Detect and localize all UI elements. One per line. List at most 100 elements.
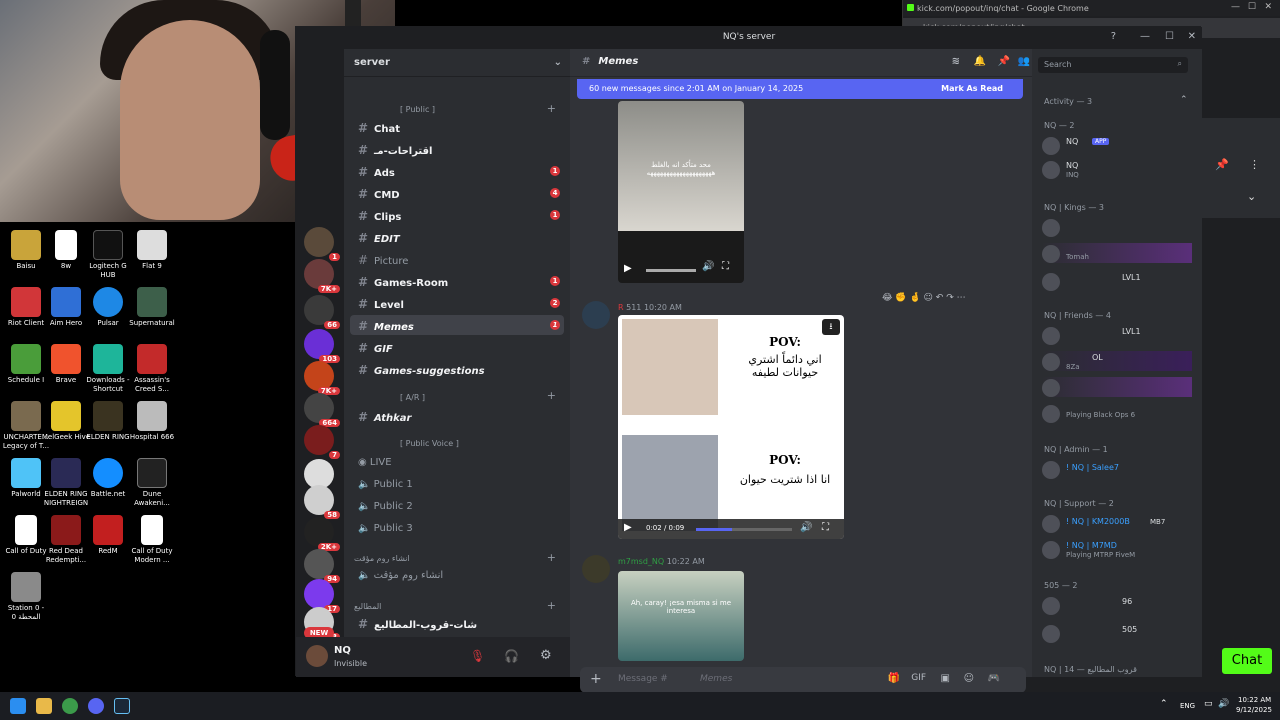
member-item[interactable]: ! NQ | M7MD Playing MTRP FiveM [1042, 539, 1192, 559]
avatar[interactable] [306, 645, 328, 667]
channel-gif[interactable]: # GIF [350, 337, 564, 357]
emoji-icon[interactable]: ☺ [964, 673, 974, 684]
clock-time[interactable]: 10:22 AM [1238, 696, 1271, 704]
forward-icon[interactable]: ↷ [946, 293, 954, 303]
desktop-icon[interactable]: Dune Awakeni... [126, 458, 178, 508]
avatar[interactable] [582, 555, 610, 583]
mute-icon[interactable]: 🎙 [470, 649, 485, 663]
desktop-icon[interactable]: Flat 9 [126, 230, 178, 271]
chevron-up-icon[interactable]: ⌃ [1160, 699, 1168, 709]
kick-chat-button[interactable]: Chat [1222, 648, 1272, 674]
volume-icon[interactable]: 🔊 [702, 261, 714, 272]
seek-bar[interactable] [646, 269, 696, 272]
channel-level[interactable]: # Level 2 [350, 293, 564, 313]
language-indicator[interactable]: ENG [1180, 702, 1195, 710]
channel-edit[interactable]: # EDIT [350, 227, 564, 247]
member-item[interactable]: NQ INQ [1042, 159, 1192, 179]
server-icon[interactable]: 2K+ [304, 517, 340, 551]
volume-icon[interactable]: 🔊 [1218, 699, 1229, 709]
file-explorer-icon[interactable] [36, 698, 52, 714]
sticker-icon[interactable]: ▣ [941, 673, 950, 684]
member-item[interactable]: ! NQ | KM2000B MB7 [1042, 513, 1192, 533]
category-public-voice[interactable]: [ Public Voice ] [400, 439, 459, 448]
maximize-icon[interactable]: ☐ [1248, 2, 1256, 12]
desktop-icon[interactable]: Hospital 666 [126, 401, 178, 442]
avatar[interactable] [582, 301, 610, 329]
fullscreen-icon[interactable]: ⛶ [822, 522, 829, 533]
chevron-down-icon[interactable]: ⌄ [1247, 190, 1256, 203]
server-icon[interactable]: 58 [304, 485, 340, 519]
threads-icon[interactable]: ≋ [952, 56, 960, 67]
category-create-room[interactable]: انشاء روم مؤقت [354, 554, 410, 563]
windows-start-icon[interactable] [10, 698, 26, 714]
server-icon[interactable]: 103 [304, 329, 340, 363]
more-icon[interactable]: ⋯ [957, 293, 966, 303]
mark-as-read-button[interactable]: Mark As Read [941, 84, 1003, 93]
video-attachment[interactable]: POV: اني دائماً اشتري حيوانات لطيفه POV:… [618, 315, 844, 539]
chrome-icon[interactable] [62, 698, 78, 714]
member-list-icon[interactable]: 👥 [1018, 56, 1030, 67]
member-item[interactable]: Playing Black Ops 6 [1042, 403, 1192, 423]
server-icon[interactable]: 7 [304, 425, 340, 459]
reaction-icon[interactable]: 😂 ✊ 🤞 [882, 293, 921, 303]
server-icon[interactable]: 66 [304, 295, 340, 329]
channel-athkar[interactable]: # Athkar [350, 406, 564, 426]
gif-icon[interactable]: GIF [911, 673, 926, 683]
apps-icon[interactable]: 🎮 [988, 673, 1000, 684]
member-item[interactable]: 96 [1042, 595, 1192, 615]
new-messages-banner[interactable]: 60 new messages since 2:01 AM on January… [577, 79, 1023, 99]
close-icon[interactable]: ✕ [1264, 2, 1272, 12]
channel-memes[interactable]: # Memes 1 [350, 315, 564, 335]
author-name[interactable]: m7msd_NQ [618, 557, 664, 566]
member-item[interactable]: LVL1 [1042, 325, 1192, 345]
desktop-icon[interactable]: Station 0 - المحطة 0 [0, 572, 52, 622]
volume-icon[interactable]: 🔊 [800, 522, 812, 533]
activity-header[interactable]: Activity — 3 [1044, 97, 1092, 106]
server-icon[interactable]: 7K+ [304, 259, 340, 293]
download-icon[interactable]: ⭳ [822, 319, 840, 335]
member-item[interactable] [1042, 377, 1192, 397]
voice-channel-public-3[interactable]: 🔈 Public 3 [358, 523, 413, 534]
chevron-down-icon[interactable]: ⌄ [554, 57, 562, 68]
server-icon[interactable]: 1 [304, 227, 340, 261]
channel-last[interactable]: # شات-قروب-المطاليع [350, 613, 564, 633]
clock-date[interactable]: 9/12/2025 [1236, 706, 1272, 714]
voice-channel-public-1[interactable]: 🔈 Public 1 [358, 479, 413, 490]
category-public[interactable]: [ Public ] [400, 105, 435, 114]
bell-icon[interactable]: 🔔 [974, 56, 986, 67]
server-icon[interactable]: 94 [304, 549, 340, 583]
reply-icon[interactable]: ↶ [936, 293, 944, 303]
add-attachment-icon[interactable]: + [590, 671, 602, 687]
play-icon[interactable]: ▶ [624, 522, 632, 533]
video-attachment[interactable]: Ah, caray! ¡esa misma si me interesa [618, 571, 744, 661]
gift-icon[interactable]: 🎁 [888, 673, 900, 684]
desktop-icon[interactable]: Assassin's Creed S... [126, 344, 178, 394]
message-composer[interactable]: + Message # Memes 🎁 GIF ▣ ☺ 🎮 [580, 667, 1026, 693]
minimize-icon[interactable]: — [1231, 2, 1240, 12]
fullscreen-icon[interactable]: ⛶ [722, 261, 729, 272]
channel-ads[interactable]: # Ads 1 [350, 161, 564, 181]
channel-chat[interactable]: # Chat [350, 117, 564, 137]
member-item[interactable]: LVL1 [1042, 271, 1192, 291]
member-item[interactable] [1042, 217, 1192, 237]
add-channel-icon[interactable]: + [547, 389, 556, 402]
add-channel-icon[interactable]: + [547, 599, 556, 612]
minimize-icon[interactable]: — [1140, 31, 1150, 42]
channel-cmd[interactable]: # CMD 4 [350, 183, 564, 203]
deafen-icon[interactable]: 🎧 [504, 649, 519, 663]
channel-games-room[interactable]: # Games-Room 1 [350, 271, 564, 291]
voice-channel-create-room[interactable]: 🔈 انشاء روم مؤقت [358, 570, 443, 581]
member-item[interactable]: ! NQ | Salee7 [1042, 459, 1192, 479]
add-channel-icon[interactable]: + [547, 102, 556, 115]
channel-clips[interactable]: # Clips 1 [350, 205, 564, 225]
maximize-icon[interactable]: ☐ [1165, 31, 1174, 42]
server-icon[interactable]: 17 [304, 579, 340, 613]
close-icon[interactable]: ✕ [1188, 31, 1196, 42]
discord-icon[interactable] [88, 698, 104, 714]
play-icon[interactable]: ▶ [624, 263, 632, 274]
member-item[interactable]: NQ APP [1042, 135, 1192, 155]
settings-gear-icon[interactable]: ⚙ [540, 648, 552, 663]
steam-icon[interactable] [114, 698, 130, 714]
member-item[interactable]: OL 8Za [1042, 351, 1192, 371]
desktop-icon[interactable]: Supernatural [126, 287, 178, 328]
